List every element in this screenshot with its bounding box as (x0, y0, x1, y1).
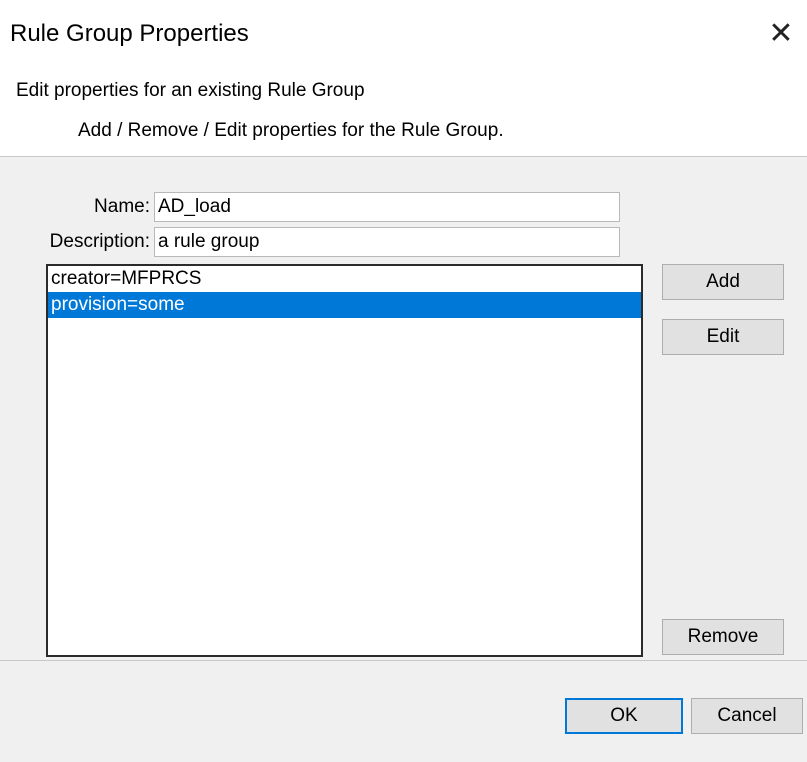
add-button[interactable]: Add (662, 264, 784, 300)
properties-listbox[interactable]: creator=MFPRCS provision=some (46, 264, 643, 657)
title-bar: Rule Group Properties ✕ (0, 0, 807, 66)
remove-button[interactable]: Remove (662, 619, 784, 655)
content-panel: Name: Description: creator=MFPRCSprovisi… (0, 157, 807, 660)
name-label: Name: (94, 196, 150, 217)
name-input[interactable] (154, 192, 620, 222)
close-button[interactable]: ✕ (761, 14, 801, 52)
ok-button[interactable]: OK (565, 698, 683, 734)
header-panel: Edit properties for an existing Rule Gro… (0, 66, 807, 157)
description-label: Description: (49, 231, 150, 252)
cancel-button[interactable]: Cancel (691, 698, 803, 734)
list-item[interactable]: provision=some (48, 292, 641, 318)
footer-panel: OK Cancel (0, 660, 807, 762)
description-input[interactable] (154, 227, 620, 257)
list-item[interactable]: creator=MFPRCS (48, 266, 641, 292)
window-title: Rule Group Properties (10, 20, 249, 47)
header-subtitle: Add / Remove / Edit properties for the R… (78, 120, 504, 141)
rule-group-properties-dialog: Rule Group Properties ✕ Edit properties … (0, 0, 807, 762)
close-icon: ✕ (768, 16, 794, 50)
header-title: Edit properties for an existing Rule Gro… (16, 80, 365, 101)
edit-button[interactable]: Edit (662, 319, 784, 355)
